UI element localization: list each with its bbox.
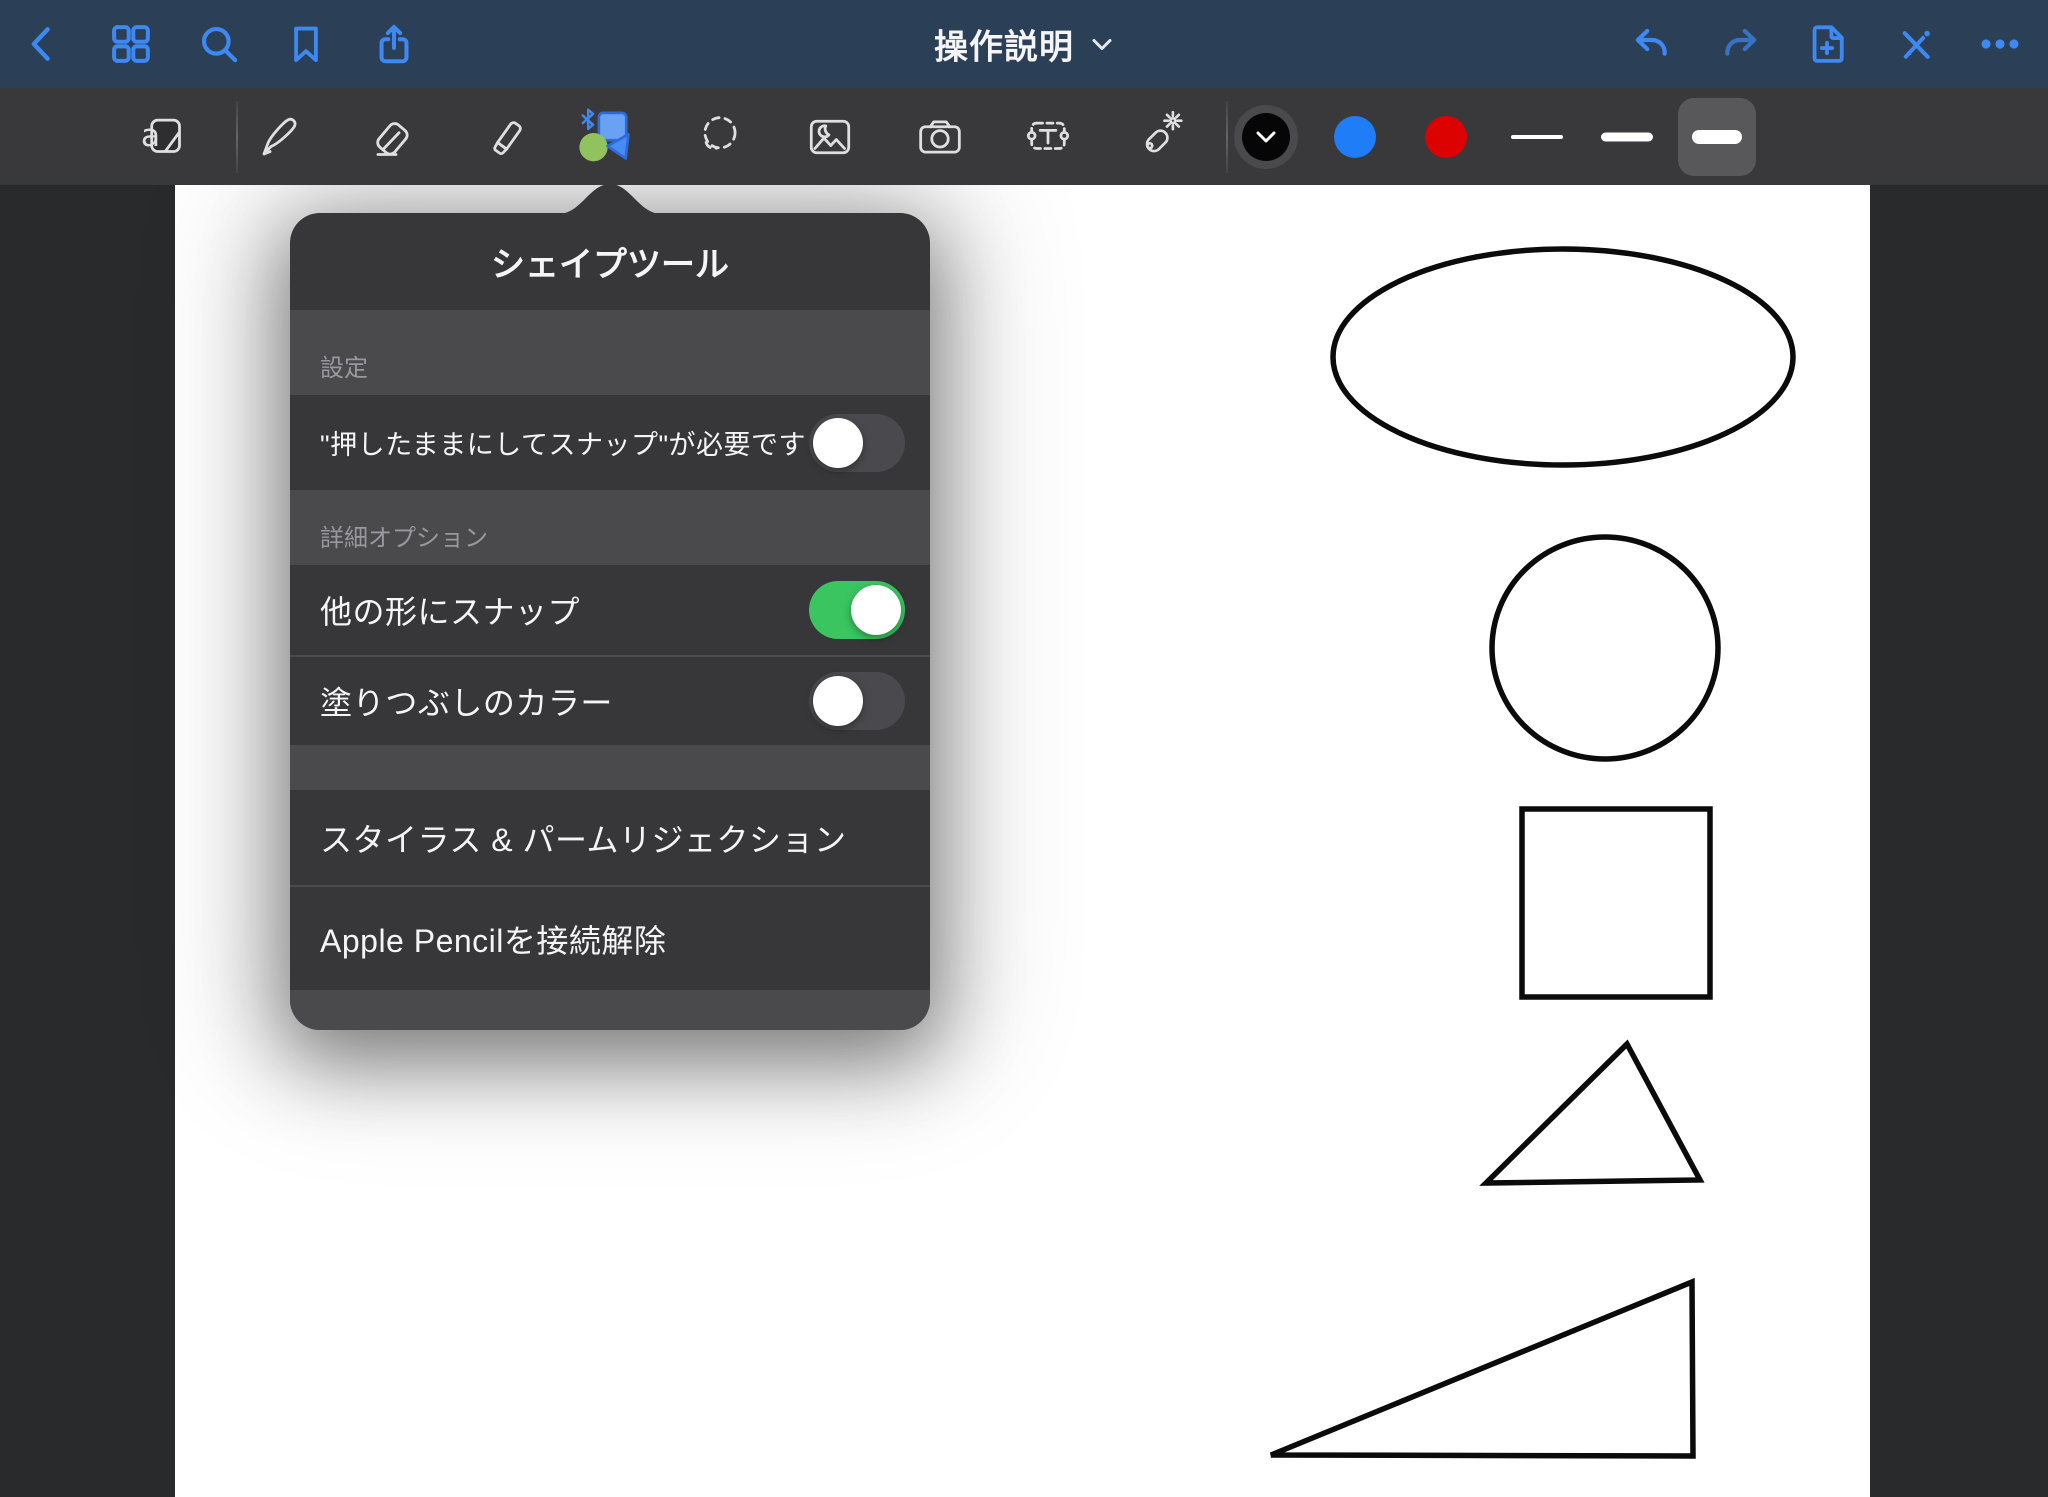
row-fill-color: 塗りつぶしのカラー xyxy=(290,655,930,745)
svg-text:a: a xyxy=(141,118,160,154)
toolbar-separator xyxy=(236,101,238,173)
section-header-advanced: 詳細オプション xyxy=(290,490,930,565)
text-tool-icon xyxy=(1019,108,1077,166)
eraser-icon xyxy=(361,108,419,166)
thickness-thick-selected[interactable] xyxy=(1678,98,1756,176)
tool-highlighter[interactable] xyxy=(470,108,528,166)
add-page-icon xyxy=(1804,21,1850,67)
readonly-pen-icon xyxy=(1893,22,1937,66)
tool-lasso[interactable] xyxy=(691,108,749,166)
document-title-button[interactable]: 操作説明 xyxy=(934,20,1114,69)
row-label: 塗りつぶしのカラー xyxy=(320,678,809,724)
color-swatch-red[interactable] xyxy=(1425,116,1467,158)
popover-arrow xyxy=(560,184,660,214)
tool-page-panel[interactable]: a xyxy=(136,108,194,166)
popover-spacer xyxy=(290,745,930,790)
search-button[interactable] xyxy=(196,21,242,67)
undo-button[interactable] xyxy=(1629,21,1675,67)
tool-camera[interactable] xyxy=(911,108,969,166)
tool-eraser[interactable] xyxy=(361,108,419,166)
button-label: スタイラス & パームリジェクション xyxy=(320,815,905,861)
navigation-bar: 操作説明 xyxy=(0,0,2048,88)
more-ellipsis-icon xyxy=(1978,22,2022,66)
undo-icon xyxy=(1629,21,1675,67)
snap-to-shapes-toggle[interactable] xyxy=(809,581,905,639)
row-hold-to-snap: "押したままにしてスナップ"が必要です xyxy=(290,395,930,490)
bookmark-icon xyxy=(284,22,328,66)
medium-line-icon xyxy=(1601,132,1653,141)
add-page-button[interactable] xyxy=(1804,21,1850,67)
color-swatch-blue[interactable] xyxy=(1334,116,1376,158)
button-label: Apple Pencilを接続解除 xyxy=(320,916,905,962)
image-icon xyxy=(801,108,859,166)
chevron-down-icon xyxy=(1090,36,1114,52)
popover-title: シェイプツール xyxy=(290,213,930,310)
shape-tool-popover: シェイプツール 設定 "押したままにしてスナップ"が必要です 詳細オプション 他… xyxy=(290,213,930,1030)
thickness-thin[interactable] xyxy=(1511,135,1563,139)
row-snap-to-shapes: 他の形にスナップ xyxy=(290,565,930,655)
lasso-icon xyxy=(691,108,749,166)
tools-toolbar: a xyxy=(0,88,2048,185)
tool-shape-selected[interactable] xyxy=(578,107,638,167)
thumbnails-button[interactable] xyxy=(108,21,154,67)
search-icon xyxy=(196,21,242,67)
share-button[interactable] xyxy=(371,21,417,67)
share-icon xyxy=(371,21,417,67)
highlighter-icon xyxy=(470,108,528,166)
section-header-settings: 設定 xyxy=(290,310,930,395)
bookmark-button[interactable] xyxy=(284,22,328,66)
redo-icon xyxy=(1717,21,1763,67)
camera-icon xyxy=(911,108,969,166)
redo-button[interactable] xyxy=(1717,21,1763,67)
disconnect-apple-pencil-button[interactable]: Apple Pencilを接続解除 xyxy=(290,885,930,990)
moon-icon xyxy=(819,125,829,136)
thickness-medium[interactable] xyxy=(1601,132,1653,141)
more-options-button[interactable] xyxy=(1978,22,2022,66)
stylus-palm-rejection-button[interactable]: スタイラス & パームリジェクション xyxy=(290,790,930,885)
bluetooth-icon xyxy=(583,109,593,128)
thick-line-icon xyxy=(1692,130,1742,144)
row-label: 他の形にスナップ xyxy=(320,587,809,633)
color-swatch-black-selected[interactable] xyxy=(1242,113,1290,161)
laser-pointer-icon xyxy=(1130,108,1188,166)
readonly-mode-button[interactable] xyxy=(1893,22,1937,66)
shape-tool-icon xyxy=(578,107,638,167)
hold-to-snap-toggle[interactable] xyxy=(809,414,905,472)
pen-icon xyxy=(252,108,310,166)
tool-pen[interactable] xyxy=(252,108,310,166)
thumbnails-grid-icon xyxy=(108,21,154,67)
fill-color-toggle[interactable] xyxy=(809,672,905,730)
tool-text[interactable] xyxy=(1019,108,1077,166)
page-panel-icon: a xyxy=(136,108,194,166)
tool-laser-pointer[interactable] xyxy=(1130,108,1188,166)
popover-body: シェイプツール 設定 "押したままにしてスナップ"が必要です 詳細オプション 他… xyxy=(290,213,930,1030)
row-label: "押したままにしてスナップ"が必要です xyxy=(320,423,809,462)
popover-bottom-spacer xyxy=(290,990,930,1030)
toolbar-separator xyxy=(1226,101,1228,173)
page-title: 操作説明 xyxy=(934,20,1074,69)
thin-line-icon xyxy=(1511,135,1563,139)
tool-image[interactable] xyxy=(801,108,859,166)
back-button[interactable] xyxy=(21,22,65,66)
chevron-down-icon xyxy=(1255,130,1277,144)
